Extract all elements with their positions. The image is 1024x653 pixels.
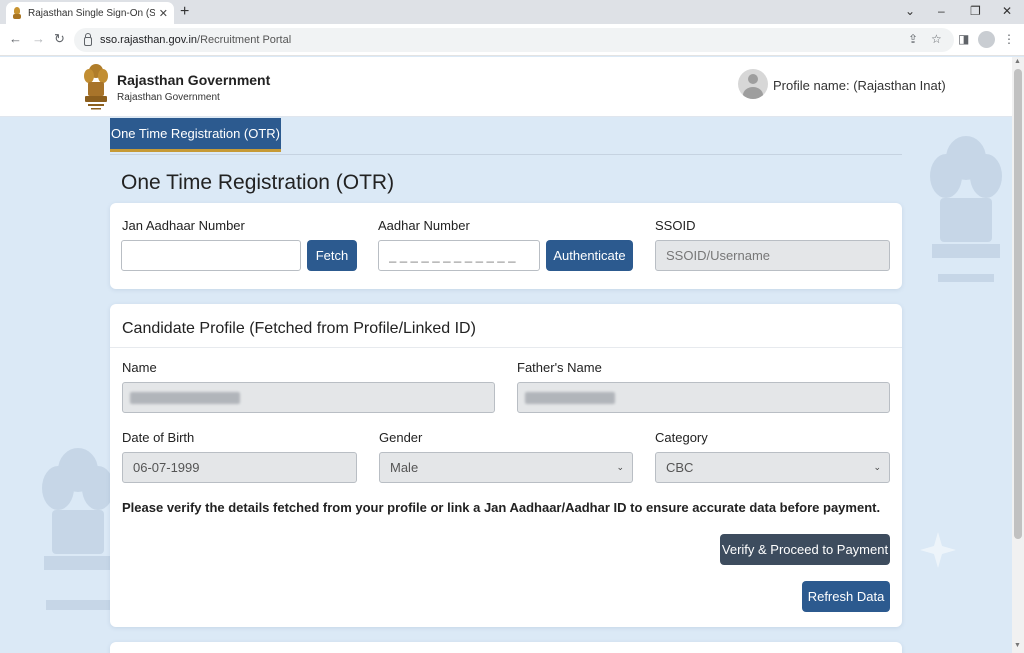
verify-proceed-payment-button[interactable]: Verify & Proceed to Payment	[720, 534, 890, 565]
chevron-down-icon: ⌄	[616, 462, 624, 472]
father-name-label: Father's Name	[517, 360, 602, 375]
refresh-data-button[interactable]: Refresh Data	[802, 581, 890, 612]
scroll-up-icon[interactable]: ▲	[1014, 58, 1021, 65]
page-scrollbar[interactable]: ▲ ▼	[1012, 57, 1024, 653]
side-panel-icon[interactable]: ◨	[958, 31, 969, 47]
tab-title: Rajasthan Single Sign-On (SSO)	[28, 7, 155, 19]
browser-tab[interactable]: Rajasthan Single Sign-On (SSO) ✕	[6, 2, 174, 24]
profile-name[interactable]: Profile name: (Rajasthan Inat)	[773, 78, 946, 93]
gender-select[interactable]: Male ⌄	[379, 452, 633, 483]
category-selected-value: CBC	[666, 460, 694, 475]
jan-aadhaar-label: Jan Aadhaar Number	[122, 218, 245, 233]
government-emblem-icon	[84, 64, 108, 110]
address-bar: ← → ↻ sso.rajasthan.gov.in/Recruitment P…	[0, 24, 1024, 56]
gender-label: Gender	[379, 430, 423, 445]
ssoid-label: SSOID	[655, 218, 696, 233]
category-select[interactable]: CBC ⌄	[655, 452, 890, 483]
browser-tab-bar: Rajasthan Single Sign-On (SSO) ✕ + ⌄ – ❐…	[0, 0, 1024, 24]
browser-profile-icon[interactable]	[978, 31, 995, 48]
site-header: Rajasthan Government Rajasthan Governmen…	[0, 57, 1012, 117]
scroll-down-icon[interactable]: ▼	[1014, 642, 1021, 649]
father-name-field[interactable]	[517, 382, 890, 413]
jan-aadhaar-input[interactable]	[121, 240, 301, 271]
chevron-down-icon: ⌄	[873, 462, 881, 472]
candidate-profile-heading: Candidate Profile (Fetched from Profile/…	[122, 320, 476, 337]
tab-close-icon[interactable]: ✕	[159, 7, 168, 20]
fetch-button[interactable]: Fetch	[307, 240, 357, 271]
url-field[interactable]: sso.rajasthan.gov.in/Recruitment Portal	[74, 28, 954, 52]
category-label: Category	[655, 430, 708, 445]
nav-divider	[110, 154, 902, 155]
dob-label: Date of Birth	[122, 430, 195, 445]
profile-avatar-icon[interactable]	[738, 69, 768, 99]
tab-search-chevron-icon[interactable]: ⌄	[905, 2, 915, 20]
name-label: Name	[122, 360, 157, 375]
scroll-thumb[interactable]	[1014, 69, 1022, 539]
new-tab-icon[interactable]: +	[180, 2, 189, 22]
sparkle-icon	[920, 532, 956, 568]
masked-father-name-value	[525, 392, 615, 404]
gender-selected-value: Male	[390, 460, 419, 475]
minimize-icon[interactable]: –	[938, 2, 945, 20]
emblem-watermark-icon	[42, 448, 114, 610]
dob-input[interactable]	[122, 452, 357, 483]
header-title: Rajasthan Government	[117, 72, 271, 88]
lock-icon	[84, 32, 92, 46]
browser-menu-icon[interactable]: ⋮	[1003, 31, 1015, 47]
emblem-watermark-icon	[930, 136, 1002, 282]
authenticate-button[interactable]: Authenticate	[546, 240, 633, 271]
back-icon[interactable]: ←	[9, 31, 22, 47]
verification-notice: Please verify the details fetched from y…	[122, 500, 881, 515]
reload-icon[interactable]: ↻	[54, 31, 65, 47]
masked-name-value	[130, 392, 240, 404]
tab-one-time-registration[interactable]: One Time Registration (OTR)	[110, 118, 281, 152]
url-path: /Recruitment Portal	[197, 34, 292, 46]
aadhar-label: Aadhar Number	[378, 218, 470, 233]
card-divider	[110, 347, 902, 348]
header-subtitle: Rajasthan Government	[117, 92, 220, 103]
bookmark-star-icon[interactable]: ☆	[931, 31, 942, 47]
ssoid-input[interactable]	[655, 240, 890, 271]
page-title: One Time Registration (OTR)	[121, 171, 395, 194]
share-icon[interactable]: ⇪	[908, 31, 918, 47]
next-section-card	[110, 642, 902, 653]
forward-icon[interactable]: →	[32, 31, 45, 47]
url-domain: sso.rajasthan.gov.in	[100, 34, 198, 46]
site-favicon-icon	[12, 7, 22, 19]
name-field[interactable]	[122, 382, 495, 413]
restore-icon[interactable]: ❐	[970, 2, 981, 20]
window-close-icon[interactable]: ✕	[1002, 2, 1012, 20]
aadhar-input[interactable]	[378, 240, 540, 271]
